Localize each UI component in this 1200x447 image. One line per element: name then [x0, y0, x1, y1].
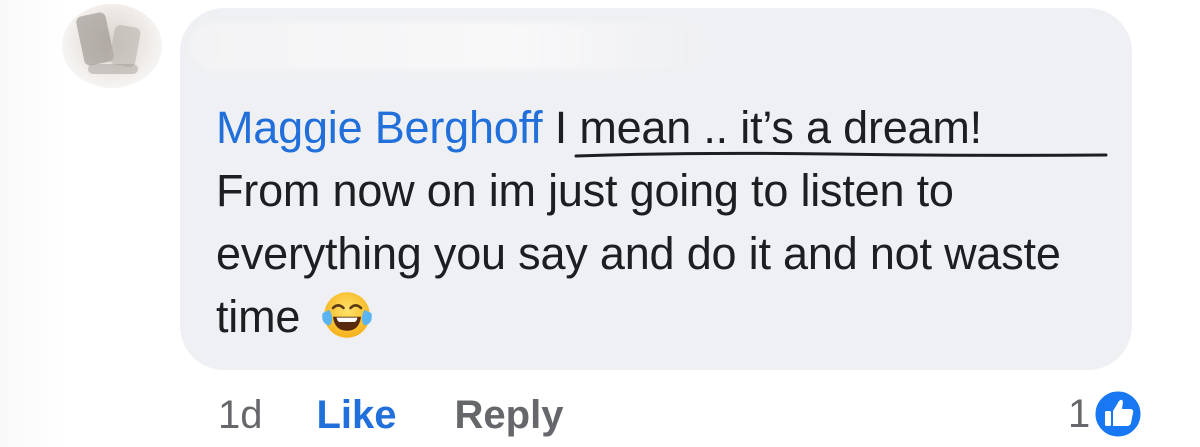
reply-button[interactable]: Reply — [455, 393, 564, 438]
reaction-count: 1 — [1068, 391, 1091, 436]
timestamp[interactable]: 1d — [218, 393, 263, 438]
redacted-name-area — [190, 22, 710, 70]
screen-edge — [0, 0, 70, 447]
reaction-summary[interactable]: 1 — [1068, 384, 1144, 444]
comment-text-highlight: it’s a dream! — [740, 102, 982, 153]
comment-body: Maggie Berghoff I mean .. it’s a dream! … — [216, 96, 1116, 348]
avatar[interactable] — [62, 4, 162, 88]
comment-actions: 1d Like Reply — [218, 390, 563, 440]
mention-link[interactable]: Maggie Berghoff — [216, 102, 543, 153]
comment-screenshot: Maggie Berghoff I mean .. it’s a dream! … — [0, 0, 1200, 447]
like-button[interactable]: Like — [317, 393, 397, 438]
laughing-with-tears-emoji — [321, 292, 372, 338]
comment-text-intro: I mean .. — [542, 102, 741, 153]
thumbs-up-icon — [1092, 388, 1144, 440]
